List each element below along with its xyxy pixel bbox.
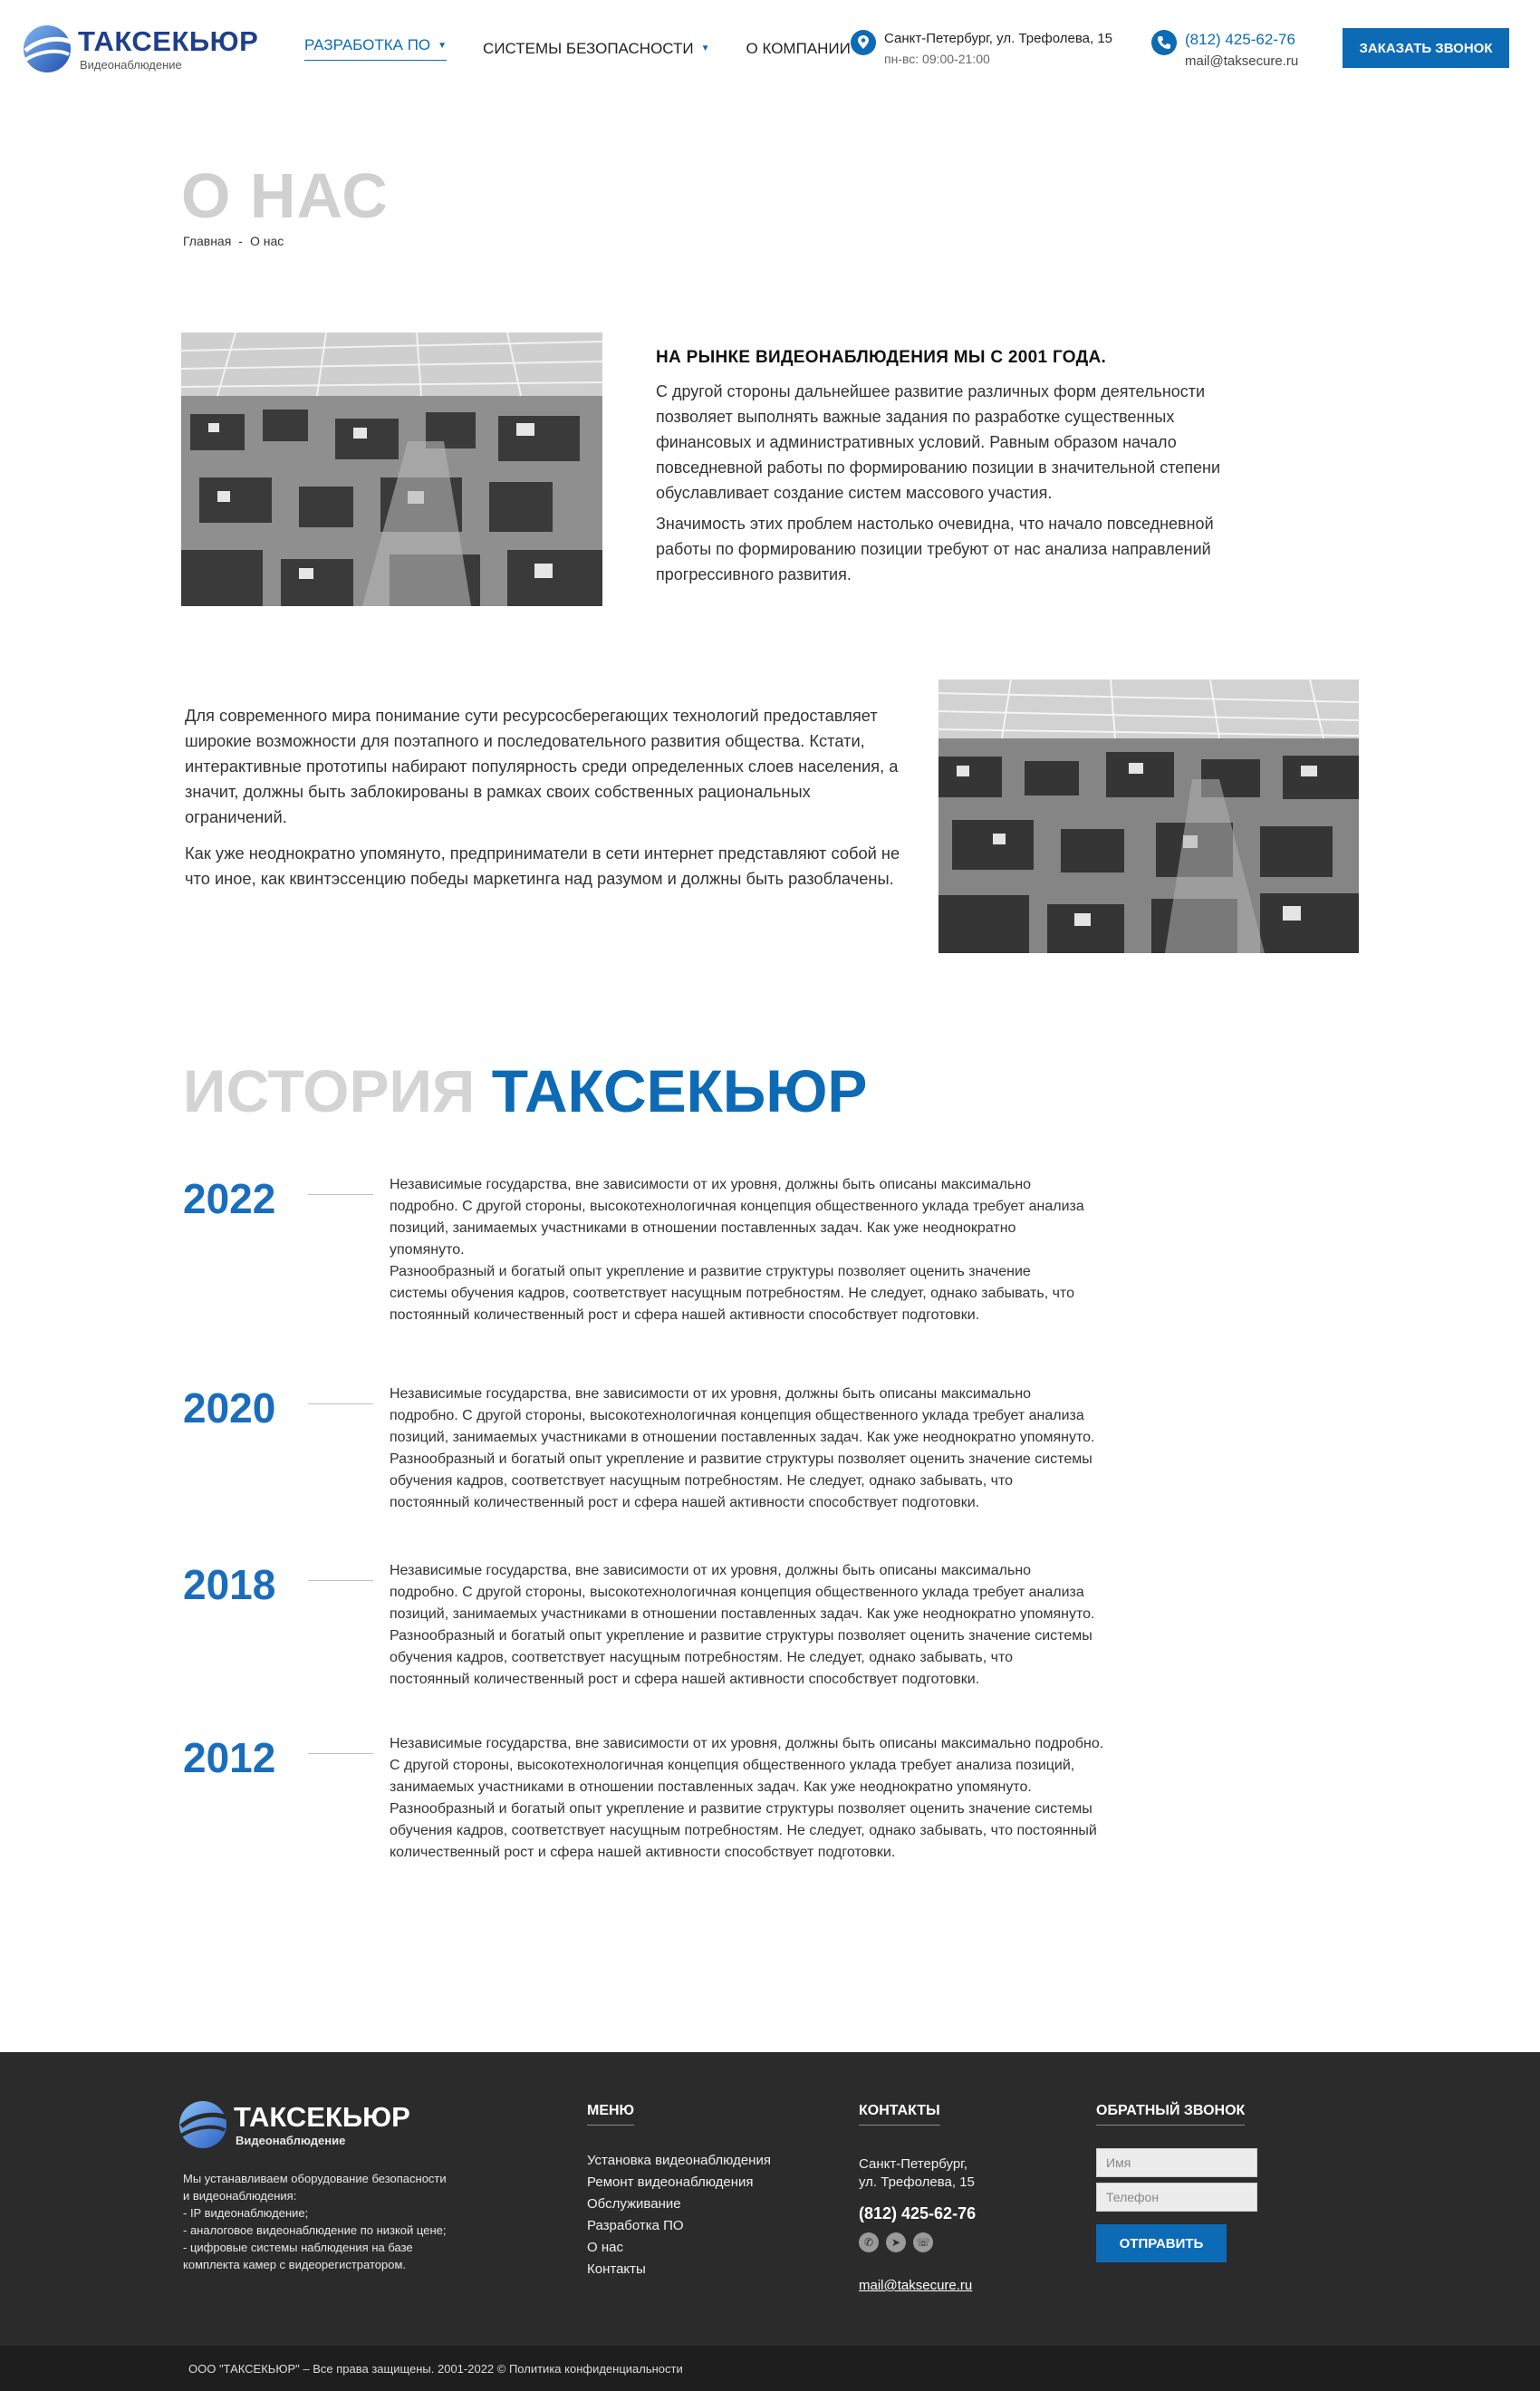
whatsapp-icon[interactable]: ✆ [859,2232,879,2252]
history-text: Независимые государства, вне зависимости… [390,1563,1095,1687]
footer-menu-title: МЕНЮ [587,2103,635,2126]
about-paragraph: Для современного мира понимание сути рес… [185,706,899,826]
footer-callback-title: ОБРАТНЫЙ ЗВОНОК [1096,2103,1246,2126]
about-details: Для современного мира понимание сути рес… [185,703,910,902]
logo-globe-icon [24,25,72,72]
history-divider [308,1753,373,1754]
logo-title: ТАКСЕКЬЮР [78,25,259,57]
nav-item-label: РАЗРАБОТКА ПО [304,36,431,53]
main-nav: РАЗРАБОТКА ПО ▼ СИСТЕМЫ БЕЗОПАСНОСТИ ▼ О… [304,36,903,61]
history-text: Независимые государства, вне зависимости… [390,1736,1104,1860]
header-hours: пн-вс: 09:00-21:00 [884,52,990,66]
history-year: 2012 [183,1734,276,1781]
location-pin-icon [851,30,876,55]
phone-field[interactable] [1096,2183,1257,2212]
send-button[interactable]: ОТПРАВИТЬ [1096,2224,1227,2262]
logo-subtitle: Видеонаблюдение [80,58,182,72]
history-divider [308,1580,373,1581]
footer-contacts: Санкт-Петербург, ул. Трефолева, 15 (812)… [859,2155,976,2293]
about-heading: НА РЫНКЕ ВИДЕОНАБЛЮДЕНИЯ МЫ С 2001 ГОДА. [656,348,1107,367]
footer-menu-item[interactable]: Контакты [587,2259,771,2280]
header-email-link[interactable]: mail@taksecure.ru [1185,53,1298,69]
nav-item-label: О КОМПАНИИ [746,39,851,57]
footer-menu-item[interactable]: Разработка ПО [587,2215,771,2237]
history-divider [308,1403,373,1404]
factory-photo-2 [938,680,1359,953]
footer-phone-link[interactable]: (812) 425-62-76 [859,2204,976,2223]
site-header: ТАКСЕКЬЮР Видеонаблюдение РАЗРАБОТКА ПО … [0,0,1540,96]
footer-description: Мы устанавливаем оборудование безопаснос… [183,2172,447,2271]
callback-form: ОТПРАВИТЬ [1096,2148,1257,2262]
name-field[interactable] [1096,2148,1257,2177]
footer-socials: ✆ ➤ ☏ [859,2232,976,2252]
footer-address: Санкт-Петербург, ул. Трефолева, 15 [859,2156,975,2190]
order-call-button[interactable]: ЗАКАЗАТЬ ЗВОНОК [1343,28,1509,68]
telegram-icon[interactable]: ➤ [886,2232,906,2252]
phone-icon [1151,30,1177,55]
factory-photo-1 [181,333,602,606]
logo[interactable]: ТАКСЕКЬЮР Видеонаблюдение [22,24,259,74]
header-address-text: Санкт-Петербург, ул. Трефолева, 15 [884,31,1113,46]
nav-item-label: СИСТЕМЫ БЕЗОПАСНОСТИ [483,39,694,57]
history-divider [308,1194,373,1195]
nav-item-about-company[interactable]: О КОМПАНИИ ▼ [746,36,867,61]
footer-menu-item[interactable]: Установка видеонаблюдения [587,2150,771,2172]
breadcrumb-current: О нас [249,234,284,248]
site-footer: ТАКСЕКЬЮР Видеонаблюдение Мы устанавлива… [0,2052,1540,2346]
history-year: 2022 [183,1175,276,1222]
footer-logo-subtitle: Видеонаблюдение [236,2134,346,2147]
history-year: 2018 [183,1561,276,1608]
caret-down-icon: ▼ [438,40,448,51]
footer-logo-title: ТАКСЕКЬЮР [234,2101,410,2133]
breadcrumb: Главная - О нас [183,234,284,248]
footer-menu: Установка видеонаблюдения Ремонт видеона… [587,2150,771,2280]
breadcrumb-separator: - [238,234,243,248]
about-paragraph: Значимость этих проблем настолько очевид… [656,515,1214,583]
history-text: Независимые государства, вне зависимости… [390,1386,1095,1510]
copyright-text: ООО "ТАКСЕКЬЮР" – Все права защищены. 20… [188,2362,683,2376]
header-phone-link[interactable]: (812) 425-62-76 [1185,31,1298,49]
footer-contacts-title: КОНТАКТЫ [859,2103,940,2126]
history-text: Независимые государства, вне зависимости… [390,1177,1084,1323]
copyright-bar: ООО "ТАКСЕКЬЮР" – Все права защищены. 20… [0,2346,1540,2391]
about-paragraph: С другой стороны дальнейшее развитие раз… [656,382,1221,502]
history-title-blue: ТАКСЕКЬЮР [491,1057,868,1124]
nav-item-software-dev[interactable]: РАЗРАБОТКА ПО ▼ [304,36,448,61]
history-title: ИСТОРИЯ ТАКСЕКЬЮР [183,1056,867,1125]
footer-email-link[interactable]: mail@taksecure.ru [859,2278,976,2293]
about-intro: НА РЫНКЕ ВИДЕОНАБЛЮДЕНИЯ МЫ С 2001 ГОДА.… [656,348,1254,593]
history-year: 2020 [183,1384,276,1432]
footer-menu-item[interactable]: Обслуживание [587,2193,771,2215]
footer-menu-item[interactable]: Ремонт видеонаблюдения [587,2172,771,2193]
history-title-grey: ИСТОРИЯ [183,1057,476,1124]
nav-item-security-systems[interactable]: СИСТЕМЫ БЕЗОПАСНОСТИ ▼ [483,36,709,61]
page-title: О НАС [181,160,389,231]
viber-icon[interactable]: ☏ [913,2232,933,2252]
logo-globe-icon [179,2101,227,2148]
breadcrumb-home-link[interactable]: Главная [183,234,231,248]
footer-menu-item[interactable]: О нас [587,2237,771,2259]
about-paragraph: Как уже неоднократно упомянуто, предприн… [185,844,900,888]
footer-logo[interactable]: ТАКСЕКЬЮР Видеонаблюдение [178,2099,413,2150]
caret-down-icon: ▼ [700,43,710,53]
